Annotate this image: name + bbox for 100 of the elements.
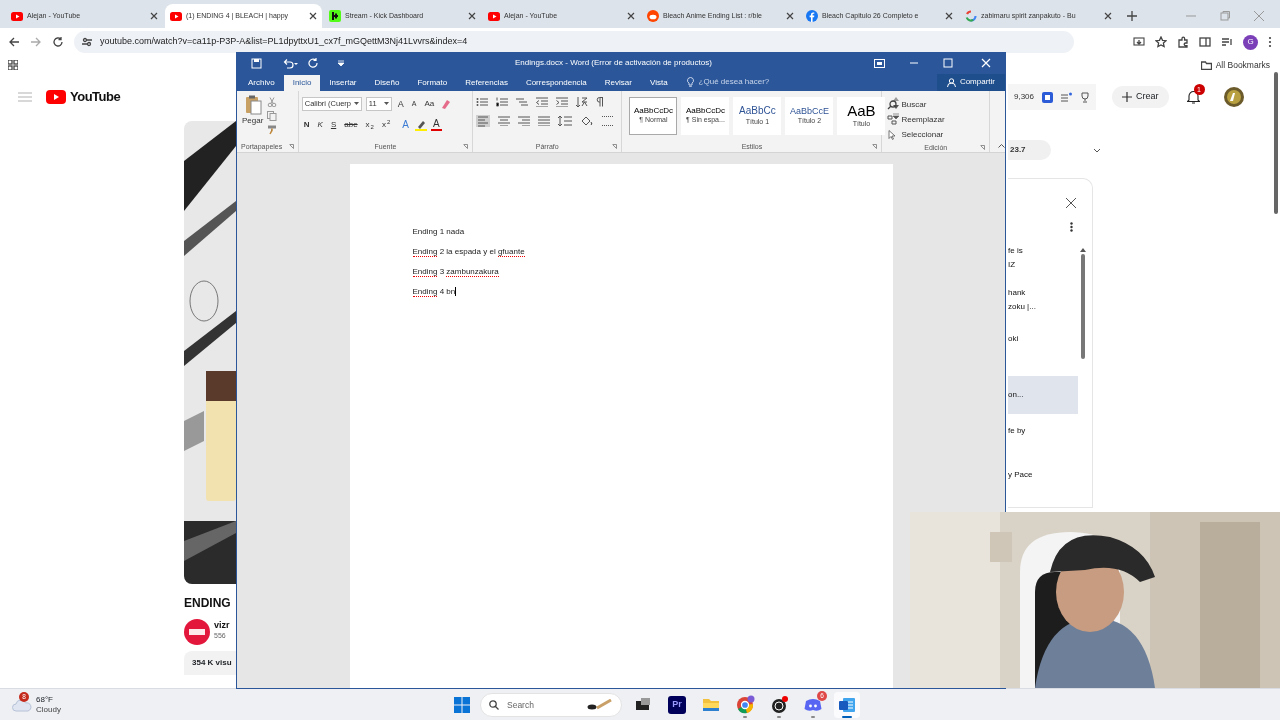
close-icon[interactable] [1104,12,1112,20]
close-icon[interactable] [468,12,476,20]
format-painter-icon[interactable] [267,125,278,135]
sort-icon[interactable] [576,97,589,107]
change-case-button[interactable]: Aa [422,99,437,109]
playlist-item[interactable]: fe is IZ [1008,244,1078,272]
search-field[interactable]: Search [480,693,622,717]
customize-toolbar-icon[interactable] [337,59,345,67]
playlist-item[interactable]: fe by [1008,424,1078,438]
ribbon-tab[interactable]: Formato [408,75,457,91]
multilevel-list-icon[interactable] [516,97,529,107]
decrease-indent-icon[interactable] [536,97,549,107]
apps-grid-icon[interactable] [8,60,18,70]
sidebar-icon[interactable] [1199,36,1211,48]
all-bookmarks-button[interactable]: All Bookmarks [1198,59,1272,71]
weather-condition[interactable]: Cloudy [36,704,61,715]
close-icon[interactable] [627,12,635,20]
install-icon[interactable] [1133,36,1145,48]
queue-icon[interactable] [1061,91,1073,103]
dialog-launcher-icon[interactable] [463,144,469,149]
cast-screen-icon[interactable] [1042,91,1054,103]
close-icon[interactable] [786,12,794,20]
format-button[interactable]: S [328,120,339,130]
user-avatar-icon[interactable] [1223,87,1244,107]
grow-font-button[interactable]: A [395,98,406,110]
undo-icon[interactable] [282,57,298,69]
format-button[interactable]: K [315,120,325,130]
share-button[interactable]: Compartir [936,74,1005,91]
create-button[interactable]: Crear [1112,86,1169,108]
maximize-icon[interactable] [943,58,953,68]
ribbon-tab[interactable]: Revisar [595,75,641,91]
site-info-icon[interactable] [82,37,92,47]
ribbon-tab[interactable]: Referencias [456,75,517,91]
trophy-icon[interactable] [1080,91,1091,103]
dialog-launcher-icon[interactable] [612,144,618,149]
collapse-ribbon-icon[interactable] [998,143,1005,148]
format-button[interactable]: abe [342,120,360,130]
increase-indent-icon[interactable] [556,97,569,107]
document-app-icon[interactable] [837,695,857,715]
media-controls-icon[interactable] [1221,36,1233,48]
browser-icon[interactable] [735,695,755,715]
bookmark-star-icon[interactable] [1155,36,1167,48]
ribbon-display-icon[interactable] [874,58,885,68]
playlist-item[interactable]: hank zoku |... [1008,286,1078,314]
close-icon[interactable] [1065,197,1077,209]
recorder-icon[interactable] [769,695,789,715]
close-icon[interactable] [309,12,317,20]
dialog-launcher-icon[interactable] [288,144,294,149]
close-icon[interactable] [150,12,158,20]
dialog-launcher-icon[interactable] [872,144,878,149]
speed-value[interactable]: 23.7 [1008,140,1051,160]
editing-button[interactable]: Reemplazar [885,112,947,127]
reload-icon[interactable] [52,36,64,48]
borders-icon[interactable] [602,116,615,126]
scroll-up-icon[interactable] [893,97,900,101]
document-line[interactable]: Ending 1 nada [412,227,873,236]
ribbon-tab[interactable]: Insertar [320,75,366,91]
dialog-launcher-icon[interactable] [980,145,985,150]
redo-icon[interactable] [308,57,319,69]
chevron-down-icon[interactable] [1092,147,1101,153]
document-line[interactable]: Ending 3 zambunzakura [412,267,873,276]
text-effects-button[interactable]: A [400,119,411,131]
editing-button[interactable]: Seleccionar [885,127,947,142]
ribbon-tab[interactable]: Archivo [239,75,284,91]
back-icon[interactable] [8,36,20,48]
document-line[interactable]: Ending 4 bn [412,287,873,296]
temperature[interactable]: 68°F [36,694,61,705]
align-left-icon[interactable] [476,115,491,127]
gallery-more-icon[interactable] [893,113,900,119]
extensions-icon[interactable] [1177,36,1189,48]
save-icon[interactable] [251,57,262,69]
document-line[interactable]: Ending 2 la espada y el gfuante [412,247,873,256]
ribbon-tab[interactable]: Inicio [283,75,321,91]
new-tab-icon[interactable] [1127,11,1137,21]
ribbon-tab[interactable]: Correspondencia [516,75,596,91]
close-icon[interactable] [945,12,953,20]
highlighter-icon[interactable] [414,119,427,131]
bell-icon[interactable] [1186,90,1200,104]
logo-text[interactable]: YouTube [70,87,121,107]
numbering-icon[interactable] [496,97,509,107]
channel-avatar-icon[interactable] [184,619,210,645]
format-button[interactable]: x$^{2}$ [379,120,393,130]
shading-icon[interactable] [580,115,595,127]
playlist-item[interactable]: on... [1008,376,1078,414]
more-options-icon[interactable] [1070,222,1073,232]
play-logo-icon[interactable] [46,90,66,104]
windows-start-icon[interactable] [452,695,472,715]
profile-avatar[interactable]: G [1243,34,1258,50]
pilcrow-icon[interactable] [596,97,605,107]
ribbon-tab[interactable]: Vista [640,75,677,91]
playlist-item[interactable]: oki [1008,332,1078,346]
page-scrollbar-thumb[interactable] [1274,72,1278,214]
video-editor-icon[interactable]: Pr [668,696,686,714]
clear-format-icon[interactable] [440,98,452,110]
font-color-button[interactable]: A [430,119,442,131]
scrollbar-thumb[interactable] [1081,254,1085,359]
scroll-down-icon[interactable] [893,105,900,109]
paste-button[interactable]: Pegar [240,93,266,141]
editing-button[interactable]: Buscar [885,97,947,112]
format-button[interactable]: x$_{2}$ [363,120,376,130]
